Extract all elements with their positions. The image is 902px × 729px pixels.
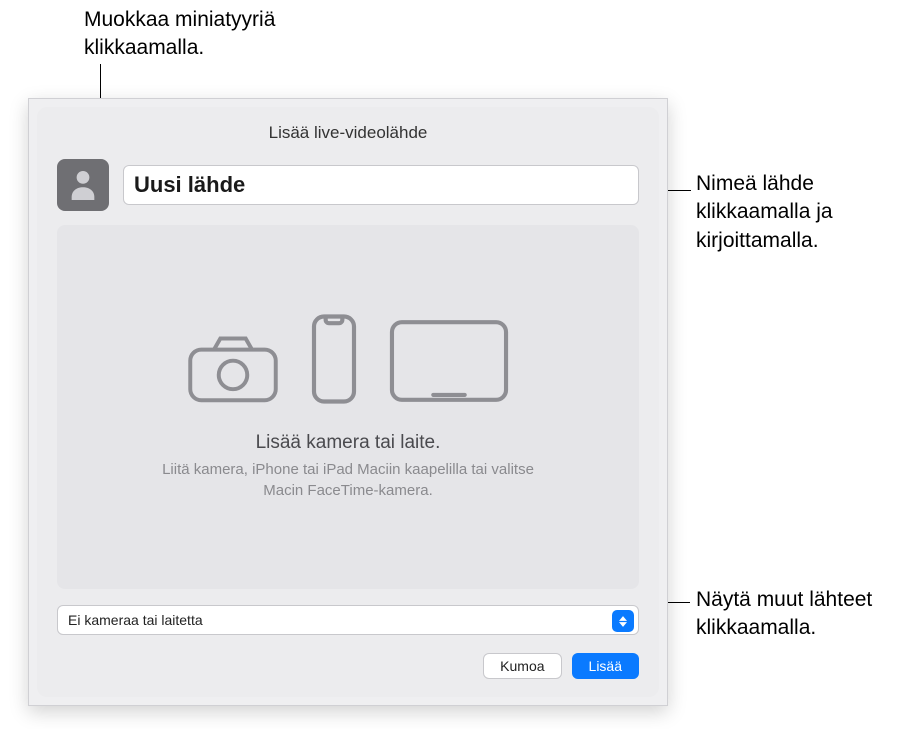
camera-icon [185,329,281,410]
person-silhouette-icon [66,166,100,205]
device-select-value: Ei kameraa tai laitetta [68,612,203,628]
callout-show-other: Näytä muut lähteet klikkaamalla. [696,586,886,643]
callout-name-source: Nimeä lähde klikkaamalla ja kirjoittamal… [696,170,886,255]
preview-area: Lisää kamera tai laite. Liitä kamera, iP… [57,225,639,589]
add-button[interactable]: Lisää [572,653,639,679]
device-select[interactable]: Ei kameraa tai laitetta [57,605,639,635]
dialog-button-row: Kumoa Lisää [57,653,639,679]
preview-subtitle: Liitä kamera, iPhone tai iPad Maciin kaa… [148,460,548,501]
cancel-button[interactable]: Kumoa [483,653,561,679]
callout-edit-thumbnail: Muokkaa miniatyyriä klikkaamalla. [84,6,344,63]
phone-icon [309,313,359,410]
dialog-header-row [57,159,639,211]
tablet-icon [387,317,511,410]
thumbnail-button[interactable] [57,159,109,211]
preview-title: Lisää kamera tai laite. [256,432,441,454]
dialog-title: Lisää live-videolähde [57,123,639,143]
dialog-panel: Lisää live-videolähde [37,107,659,697]
dialog-window: Lisää live-videolähde [28,98,668,706]
device-icons-row [185,313,511,410]
updown-arrows-icon [612,610,634,632]
source-name-input[interactable] [123,165,639,205]
